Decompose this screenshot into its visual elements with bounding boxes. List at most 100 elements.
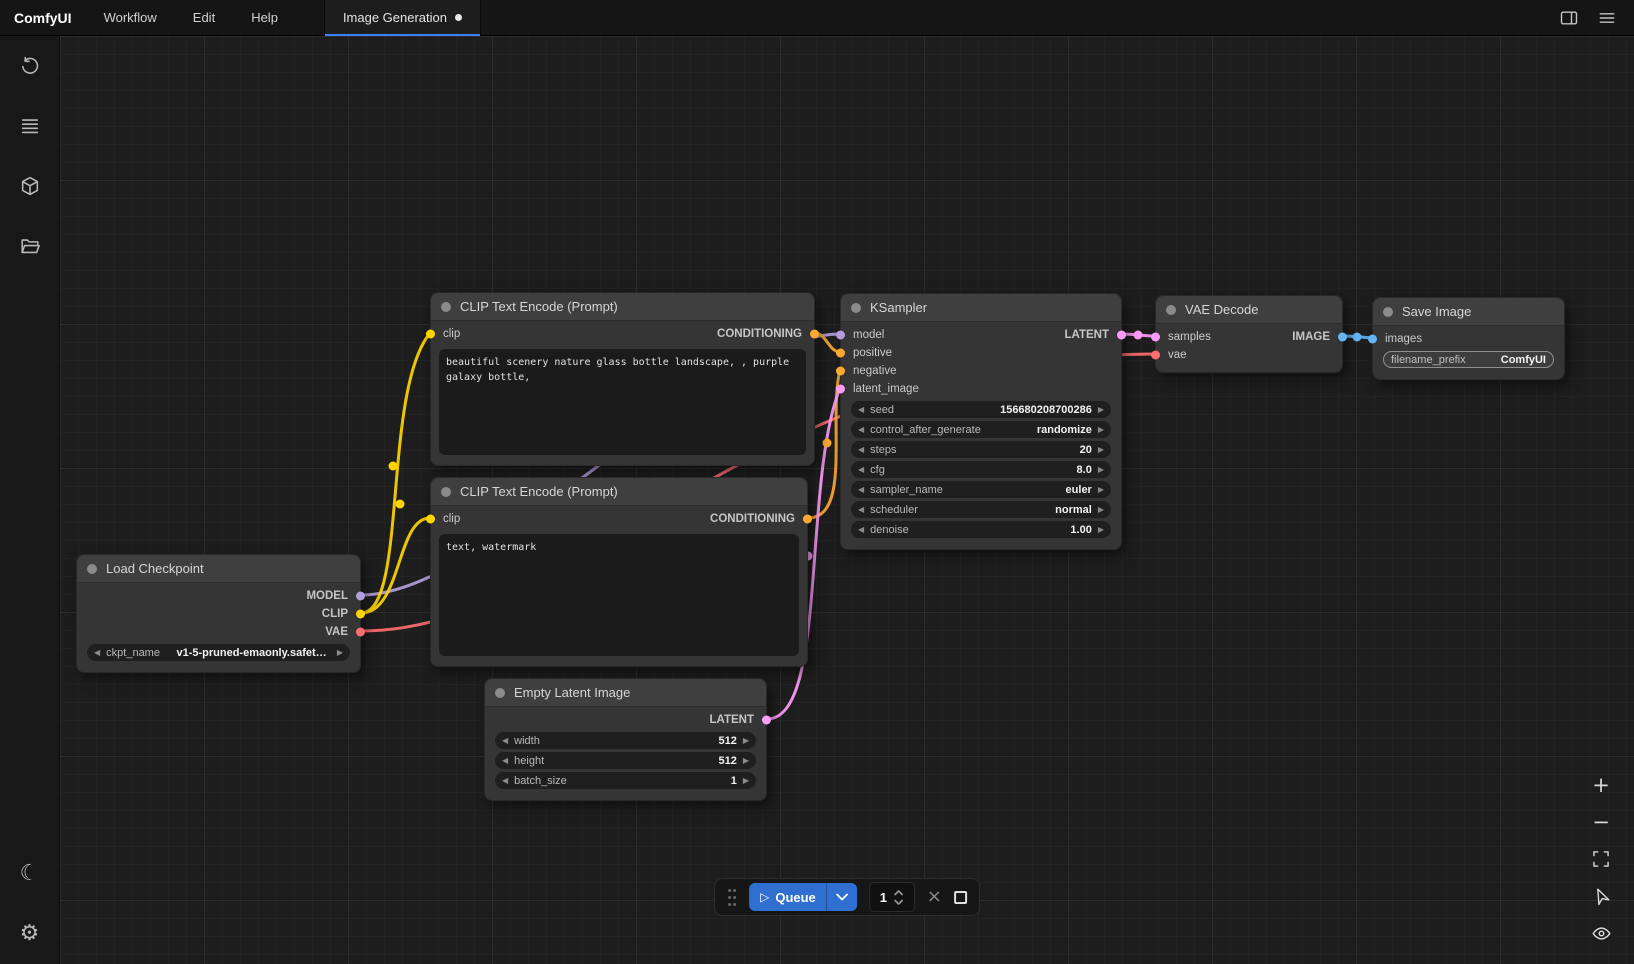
output-slot-vae[interactable]: VAE [77, 623, 360, 641]
input-dot-clip[interactable] [426, 330, 435, 339]
output-slot-model[interactable]: MODEL [77, 587, 360, 605]
workflows-folder-icon[interactable] [0, 216, 60, 276]
widget-ckpt-name[interactable]: ◀ ckpt_name v1-5-pruned-emaonly.safete..… [87, 644, 350, 661]
settings-gear-icon[interactable]: ⚙ [0, 904, 60, 964]
widget-width[interactable]: ◀ width 512 ▶ [495, 732, 756, 749]
input-slot-negative[interactable]: negative [841, 362, 1121, 380]
next-value-icon[interactable]: ▶ [337, 649, 343, 657]
widget-control-after-generate[interactable]: ◀ control_after_generate randomize ▶ [851, 421, 1111, 438]
stepper-up-icon[interactable] [894, 890, 903, 896]
next-value-icon[interactable]: ▶ [743, 757, 749, 765]
prompt-textarea[interactable]: text, watermark [439, 534, 799, 656]
next-value-icon[interactable]: ▶ [743, 777, 749, 785]
node-header[interactable]: Load Checkpoint [77, 555, 360, 583]
input-slot-latent-image[interactable]: latent_image [841, 380, 1121, 398]
input-dot-positive[interactable] [836, 349, 845, 358]
widget-scheduler[interactable]: ◀ scheduler normal ▶ [851, 501, 1111, 518]
drag-handle-icon[interactable] [727, 887, 737, 907]
collapse-dot-icon[interactable] [441, 487, 451, 497]
node-library-icon[interactable] [0, 96, 60, 156]
node-header[interactable]: Save Image [1373, 298, 1564, 326]
prev-value-icon[interactable]: ◀ [858, 426, 864, 434]
input-slot-positive[interactable]: positive [841, 344, 1121, 362]
output-dot-latent[interactable] [1117, 331, 1126, 340]
widget-batch-size[interactable]: ◀ batch_size 1 ▶ [495, 772, 756, 789]
next-value-icon[interactable]: ▶ [1098, 446, 1104, 454]
collapse-dot-icon[interactable] [87, 564, 97, 574]
hamburger-menu-icon[interactable] [1596, 7, 1618, 29]
slot-row-model-latent[interactable]: model LATENT [841, 326, 1121, 344]
input-slot-vae[interactable]: vae [1156, 346, 1342, 364]
select-mode-icon[interactable] [1590, 885, 1612, 907]
node-header[interactable]: VAE Decode [1156, 296, 1342, 324]
model-library-icon[interactable] [0, 156, 60, 216]
slot-row-clip-conditioning[interactable]: clip CONDITIONING [431, 325, 814, 343]
link-clip-positive[interactable] [361, 333, 430, 613]
output-dot-model[interactable] [356, 592, 365, 601]
next-value-icon[interactable]: ▶ [1098, 506, 1104, 514]
output-slot-clip[interactable]: CLIP [77, 605, 360, 623]
node-load-checkpoint[interactable]: Load Checkpoint MODEL CLIP VAE ◀ ckpt_na… [76, 554, 361, 673]
link-midpoint-dot[interactable] [1353, 333, 1362, 342]
widget-filename-prefix[interactable]: filename_prefix ComfyUI [1383, 351, 1554, 368]
widget-denoise[interactable]: ◀ denoise 1.00 ▶ [851, 521, 1111, 538]
input-dot-negative[interactable] [836, 367, 845, 376]
prev-value-icon[interactable]: ◀ [502, 777, 508, 785]
input-dot-vae[interactable] [1151, 351, 1160, 360]
node-header[interactable]: Empty Latent Image [485, 679, 766, 707]
slot-row-clip-conditioning[interactable]: clip CONDITIONING [431, 510, 807, 528]
prev-value-icon[interactable]: ◀ [94, 649, 100, 657]
clear-queue-icon[interactable]: × [927, 888, 942, 906]
output-dot-latent[interactable] [762, 716, 771, 725]
node-canvas[interactable]: Load Checkpoint MODEL CLIP VAE ◀ ckpt_na… [60, 36, 1634, 964]
menu-workflow[interactable]: Workflow [86, 0, 175, 35]
collapse-dot-icon[interactable] [441, 302, 451, 312]
chevron-down-icon[interactable] [827, 893, 857, 901]
widget-cfg[interactable]: ◀ cfg 8.0 ▶ [851, 461, 1111, 478]
link-midpoint-dot[interactable] [823, 439, 832, 448]
widget-seed[interactable]: ◀ seed 156680208700286 ▶ [851, 401, 1111, 418]
fit-view-icon[interactable] [1590, 848, 1612, 870]
output-slot-latent[interactable]: LATENT [485, 711, 766, 729]
batch-count-stepper[interactable]: 1 [869, 882, 915, 912]
output-dot-image[interactable] [1338, 333, 1347, 342]
prev-value-icon[interactable]: ◀ [858, 406, 864, 414]
widget-steps[interactable]: ◀ steps 20 ▶ [851, 441, 1111, 458]
output-dot-conditioning[interactable] [803, 515, 812, 524]
node-empty-latent-image[interactable]: Empty Latent Image LATENT ◀ width 512 ▶ … [484, 678, 767, 801]
prev-value-icon[interactable]: ◀ [858, 486, 864, 494]
input-dot-samples[interactable] [1151, 333, 1160, 342]
input-dot-clip[interactable] [426, 515, 435, 524]
output-dot-conditioning[interactable] [810, 330, 819, 339]
node-vae-decode[interactable]: VAE Decode samples IMAGE vae [1155, 295, 1343, 373]
collapse-dot-icon[interactable] [1383, 307, 1393, 317]
next-value-icon[interactable]: ▶ [1098, 486, 1104, 494]
collapse-dot-icon[interactable] [1166, 305, 1176, 315]
collapse-dot-icon[interactable] [495, 688, 505, 698]
node-clip-text-encode-negative[interactable]: CLIP Text Encode (Prompt) clip CONDITION… [430, 477, 808, 667]
prev-value-icon[interactable]: ◀ [502, 757, 508, 765]
output-dot-vae[interactable] [356, 628, 365, 637]
prev-value-icon[interactable]: ◀ [858, 506, 864, 514]
tab-image-generation[interactable]: Image Generation [324, 0, 481, 35]
zoom-out-icon[interactable]: − [1590, 811, 1612, 833]
node-header[interactable]: KSampler [841, 294, 1121, 322]
prev-value-icon[interactable]: ◀ [858, 526, 864, 534]
output-dot-clip[interactable] [356, 610, 365, 619]
input-dot-model[interactable] [836, 331, 845, 340]
zoom-in-icon[interactable]: + [1590, 774, 1612, 796]
toggle-visibility-eye-icon[interactable] [1590, 922, 1612, 944]
node-save-image[interactable]: Save Image images filename_prefix ComfyU… [1372, 297, 1565, 380]
queue-button[interactable]: ▷ Queue [749, 883, 857, 911]
link-clip-negative[interactable] [361, 518, 430, 613]
prev-value-icon[interactable]: ◀ [502, 737, 508, 745]
prompt-textarea[interactable]: beautiful scenery nature glass bottle la… [439, 349, 806, 455]
link-midpoint-dot[interactable] [389, 462, 398, 471]
node-header[interactable]: CLIP Text Encode (Prompt) [431, 478, 807, 506]
next-value-icon[interactable]: ▶ [743, 737, 749, 745]
widget-sampler-name[interactable]: ◀ sampler_name euler ▶ [851, 481, 1111, 498]
panel-toggle-icon[interactable] [1558, 7, 1580, 29]
link-midpoint-dot[interactable] [396, 500, 405, 509]
prev-value-icon[interactable]: ◀ [858, 466, 864, 474]
node-clip-text-encode-positive[interactable]: CLIP Text Encode (Prompt) clip CONDITION… [430, 292, 815, 466]
